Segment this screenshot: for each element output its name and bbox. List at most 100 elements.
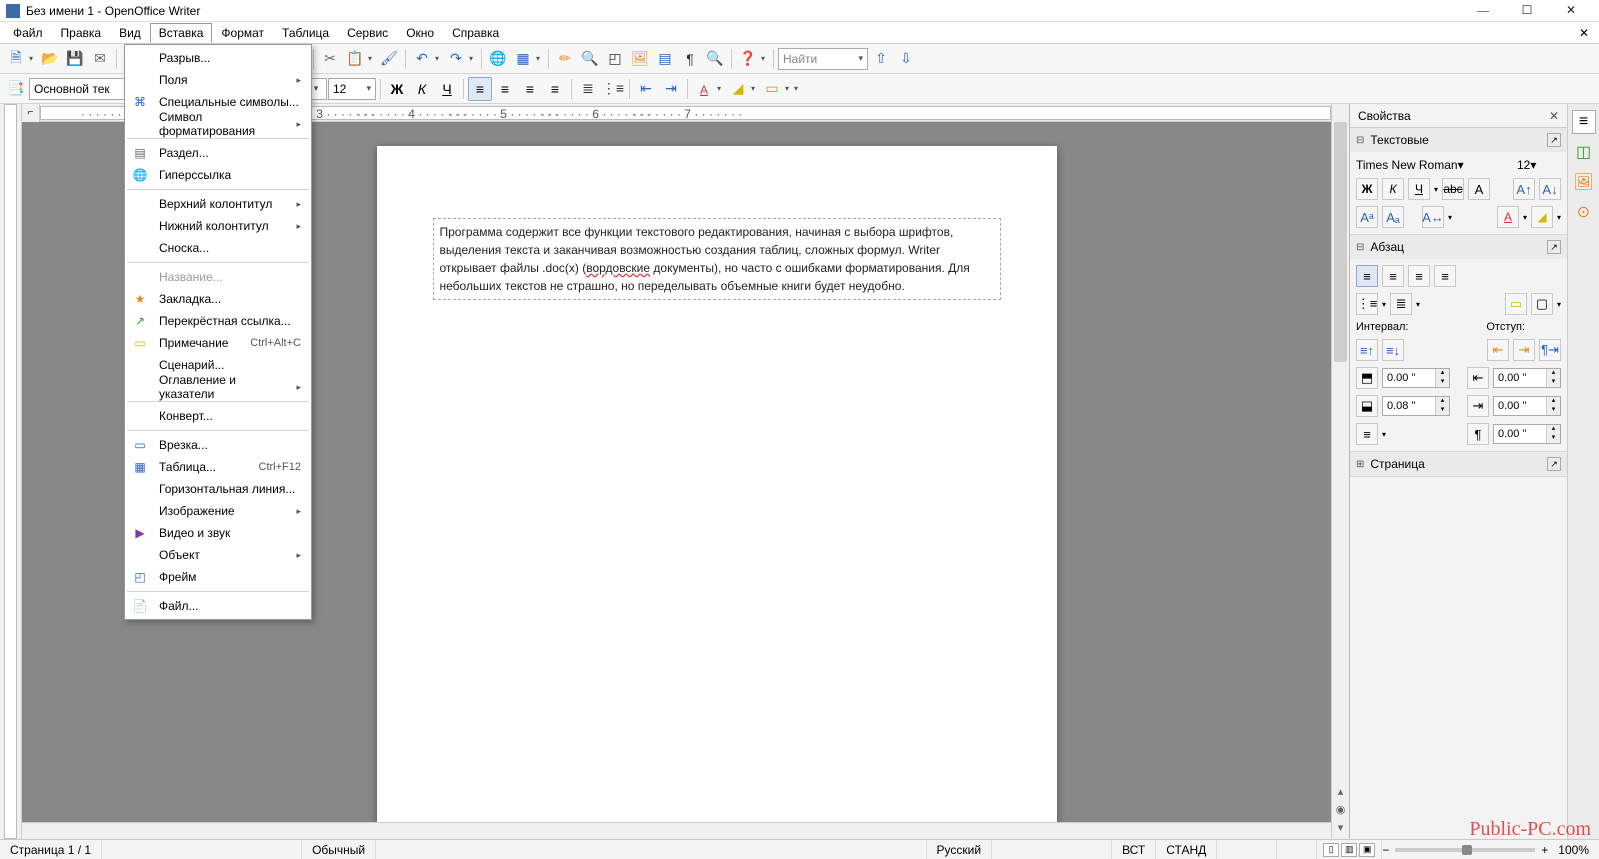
sidebar-fontcolor-button[interactable]: A [1497,206,1519,228]
menu-item[interactable]: 📄Файл... [125,595,311,617]
outdent-button[interactable]: ⇤ [634,77,658,101]
find-button[interactable]: 🔍 [578,47,602,71]
menu-item[interactable]: ★Закладка... [125,288,311,310]
tabstop-selector[interactable]: ⌐ [22,104,40,122]
nav-target-icon[interactable]: ◉ [1332,803,1349,821]
menu-format[interactable]: Формат [212,23,273,43]
space-above-spin[interactable]: ▴▾ [1382,368,1450,388]
menu-item[interactable]: Изображение▸ [125,500,311,522]
menu-window[interactable]: Окно [397,23,443,43]
status-page[interactable]: Страница 1 / 1 [0,840,102,859]
highlight-button[interactable]: ◢ [726,77,750,101]
background-button[interactable]: ▭ [760,77,784,101]
page[interactable]: Программа содержит все функции текстовог… [377,146,1057,822]
menu-item[interactable]: ↗Перекрёстная ссылка... [125,310,311,332]
view-layout-buttons[interactable]: ▯▥▣ [1317,840,1382,859]
menu-item[interactable]: Нижний колонтитул▸ [125,215,311,237]
sidebar-strike-button[interactable]: abc [1442,178,1464,200]
email-button[interactable]: ✉ [88,47,112,71]
menu-view[interactable]: Вид [110,23,150,43]
close-button[interactable]: ✕ [1549,0,1593,22]
sidebar-shrink-button[interactable]: A↓ [1539,178,1561,200]
text-frame[interactable]: Программа содержит все функции текстовог… [433,218,1001,300]
tab-gallery[interactable]: 🖼 [1572,170,1596,194]
section-page-head[interactable]: ⊞ Страница ↗ [1350,452,1567,476]
indent-inc[interactable]: ⇥ [1513,339,1535,361]
status-language[interactable]: Русский [927,840,993,859]
sidebar-spacing-button[interactable]: A↔ [1422,206,1444,228]
vertical-scrollbar[interactable]: ▴ ◉ ▾ [1331,104,1349,839]
menu-tools[interactable]: Сервис [338,23,397,43]
styles-button[interactable]: 📑 [4,77,28,101]
section-more-icon[interactable]: ↗ [1547,133,1561,147]
para-style-combo[interactable]: Основной тек [29,78,129,100]
menu-item[interactable]: Объект▸ [125,544,311,566]
tab-navigator[interactable]: ⊙ [1572,200,1596,224]
numbering-button[interactable]: ≣ [576,77,600,101]
sidebar-super-button[interactable]: Aᵃ [1356,206,1378,228]
table-button[interactable]: ▦ [511,47,535,71]
para-align-right[interactable]: ≡ [1408,265,1430,287]
menu-item[interactable]: ▶Видео и звук [125,522,311,544]
align-justify-button[interactable]: ≡ [543,77,567,101]
sidebar-underline-button[interactable]: Ч [1408,178,1430,200]
menu-item[interactable]: ◰Фрейм [125,566,311,588]
menu-file[interactable]: Файл [4,23,52,43]
para-bg[interactable]: ▭ [1505,293,1527,315]
space-inc-above[interactable]: ≡↑ [1356,339,1378,361]
page-up-icon[interactable]: ▴ [1332,785,1349,803]
status-std[interactable]: СТАНД [1156,840,1217,859]
page-down-icon[interactable]: ▾ [1332,821,1349,839]
menu-item[interactable]: ▦Таблица...Ctrl+F12 [125,456,311,478]
save-button[interactable]: 💾 [63,47,87,71]
open-button[interactable]: 📂 [38,47,62,71]
sidebar-shadow-button[interactable]: A [1468,178,1490,200]
section-more-icon[interactable]: ↗ [1547,457,1561,471]
sidebar-highlight-button[interactable]: ◢ [1531,206,1553,228]
indent-first[interactable]: ¶⇥ [1539,339,1561,361]
menu-item[interactable]: ▭ПримечаниеCtrl+Alt+C [125,332,311,354]
zoom-out-icon[interactable]: − [1382,843,1389,857]
italic-button[interactable]: К [410,77,434,101]
bullets-button[interactable]: ⋮≡ [601,77,625,101]
para-align-justify[interactable]: ≡ [1434,265,1456,287]
sidebar-grow-button[interactable]: A↑ [1513,178,1535,200]
sidebar-italic-button[interactable]: К [1382,178,1404,200]
section-para-head[interactable]: ⊟ Абзац ↗ [1350,235,1567,259]
datasource-button[interactable]: ▤ [653,47,677,71]
menu-item[interactable]: Символ форматирования▸ [125,113,311,135]
zoom-button[interactable]: 🔍 [703,47,727,71]
menu-help[interactable]: Справка [443,23,508,43]
help-button[interactable]: ❓ [736,47,760,71]
tab-styles[interactable]: ◫ [1572,140,1596,164]
zoom-in-icon[interactable]: + [1541,843,1548,857]
menu-item[interactable]: Разрыв... [125,47,311,69]
format-paint-button[interactable]: 🖌 [377,47,401,71]
maximize-button[interactable]: ☐ [1505,0,1549,22]
align-right-button[interactable]: ≡ [518,77,542,101]
vertical-ruler[interactable] [0,104,22,839]
status-insert[interactable]: ВСТ [1112,840,1156,859]
find-combo[interactable]: Найти ▾ [778,48,868,70]
sidebar-sub-button[interactable]: Aₐ [1382,206,1404,228]
section-more-icon[interactable]: ↗ [1547,240,1561,254]
draw-button[interactable]: ✏ [553,47,577,71]
menu-item[interactable]: Горизонтальная линия... [125,478,311,500]
redo-button[interactable]: ↷ [444,47,468,71]
para-border[interactable]: ▢ [1531,293,1553,315]
indent-dec[interactable]: ⇤ [1487,339,1509,361]
menu-insert[interactable]: Вставка [150,23,213,43]
indent-right-spin[interactable]: ▴▾ [1493,396,1561,416]
hyperlink-button[interactable]: 🌐 [486,47,510,71]
font-color-button[interactable]: A [692,77,716,101]
menu-item[interactable]: Оглавление и указатели▸ [125,376,311,398]
space-dec-above[interactable]: ≡↓ [1382,339,1404,361]
menu-item[interactable]: 🌐Гиперссылка [125,164,311,186]
new-button[interactable]: 🗎 [4,47,28,71]
space-below-spin[interactable]: ▴▾ [1382,396,1450,416]
menu-item[interactable]: Поля▸ [125,69,311,91]
menu-table[interactable]: Таблица [273,23,338,43]
navigator-button[interactable]: ◰ [603,47,627,71]
paste-button[interactable]: 📋 [343,47,367,71]
menu-item[interactable]: Верхний колонтитул▸ [125,193,311,215]
